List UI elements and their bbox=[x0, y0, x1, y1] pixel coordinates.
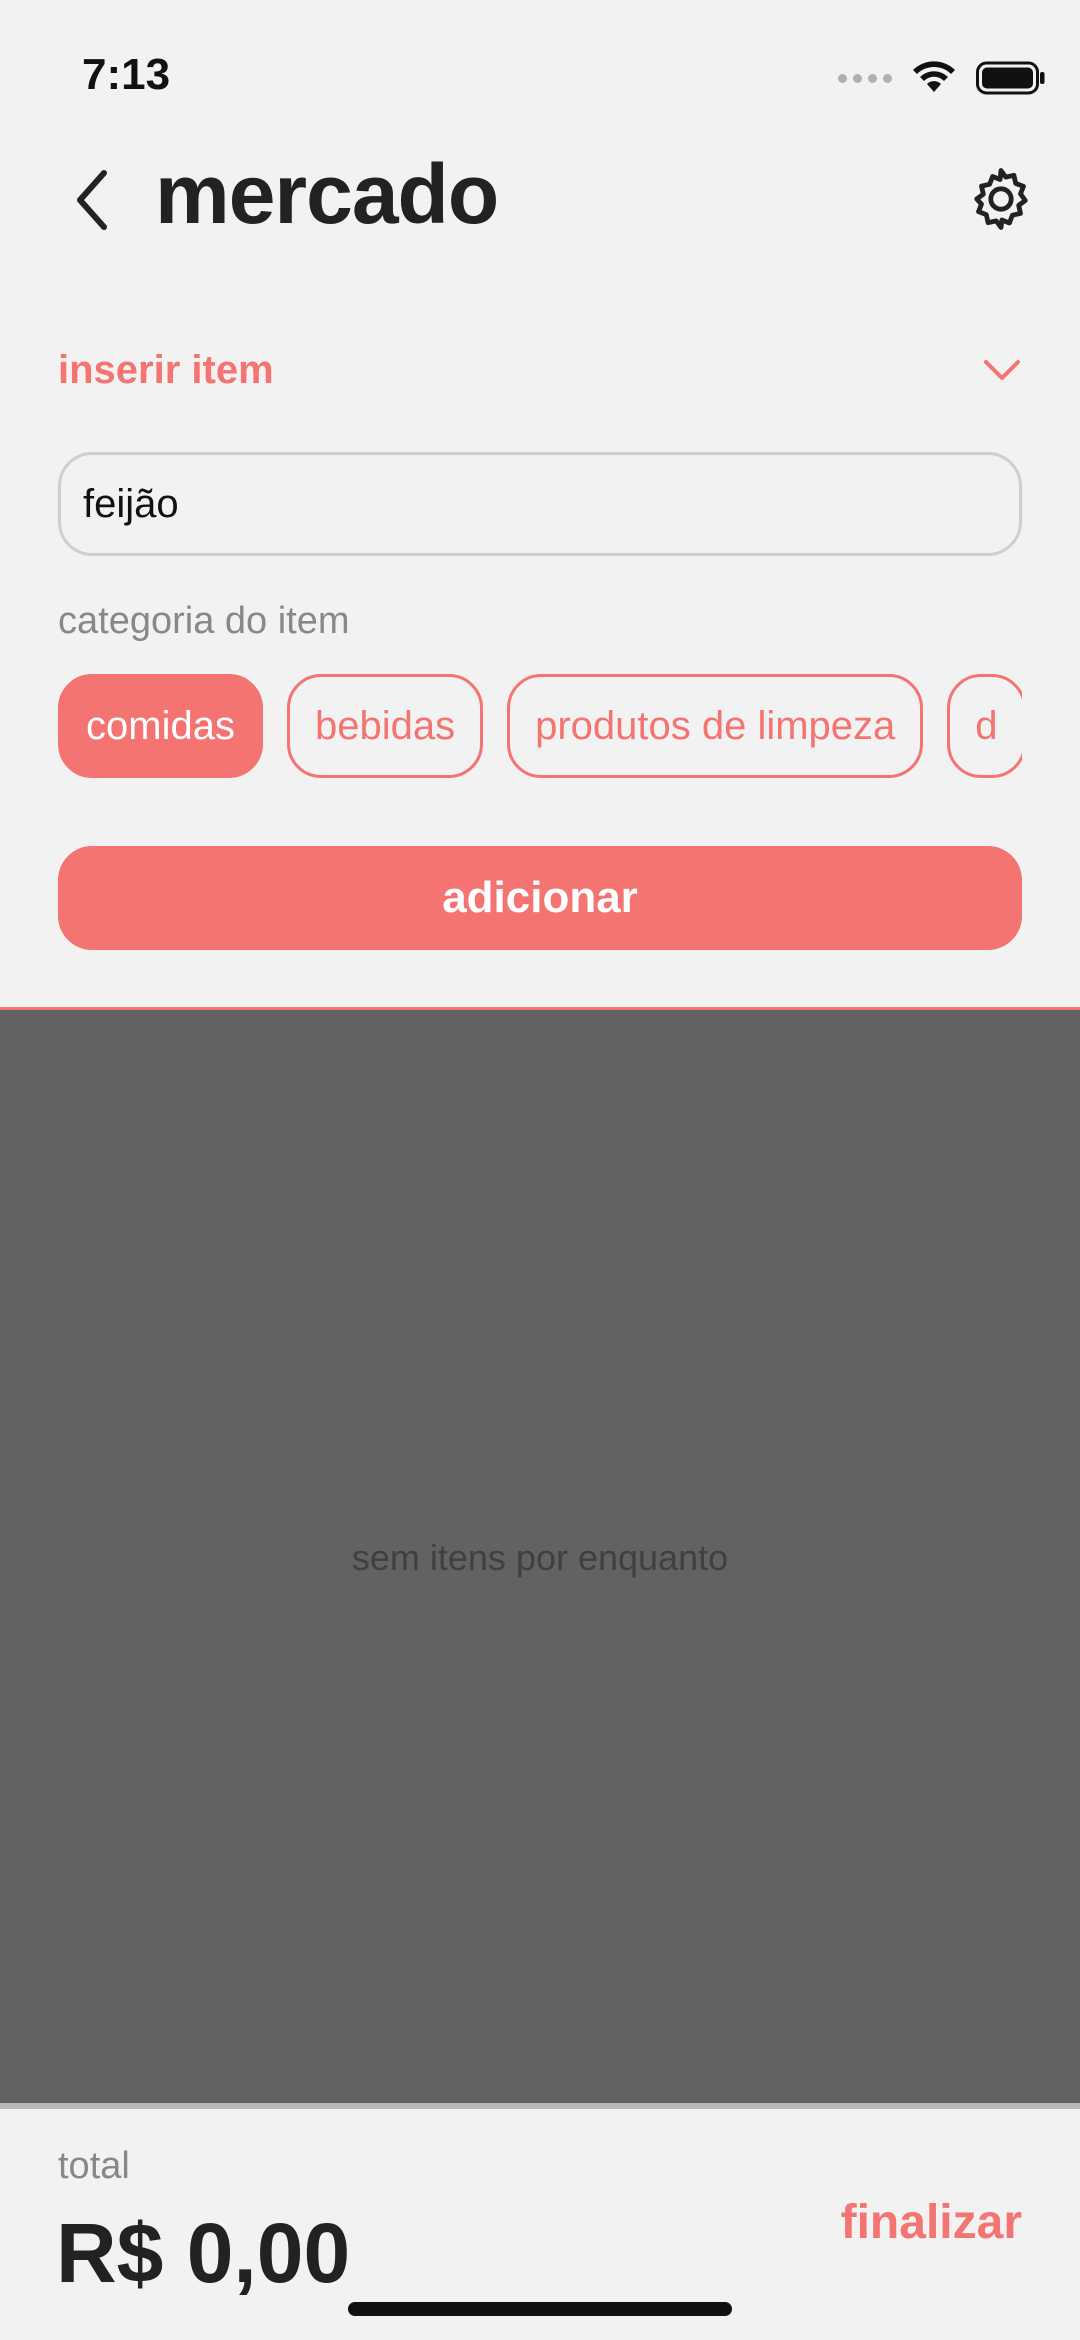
empty-list-message: sem itens por enquanto bbox=[351, 1536, 729, 1578]
total-value: R$ 0,00 bbox=[56, 2206, 351, 2300]
back-button[interactable] bbox=[62, 155, 122, 245]
insert-item-toggle[interactable]: inserir item bbox=[58, 330, 1022, 410]
page-title: mercado bbox=[155, 147, 499, 241]
category-chip-produtos-de-limpeza[interactable]: produtos de limpeza bbox=[507, 674, 924, 778]
settings-button[interactable] bbox=[956, 154, 1046, 244]
chevron-down-icon bbox=[984, 360, 1020, 380]
status-bar: 7:13 bbox=[0, 0, 1080, 150]
item-name-input[interactable] bbox=[58, 452, 1022, 556]
category-chip-comidas[interactable]: comidas bbox=[58, 674, 263, 778]
add-button[interactable]: adicionar bbox=[58, 846, 1022, 950]
insert-item-title: inserir item bbox=[58, 347, 274, 392]
category-chip-partial[interactable]: d bbox=[947, 674, 1022, 778]
total-label: total bbox=[58, 2145, 130, 2187]
item-list-area: sem itens por enquanto bbox=[0, 1007, 1080, 2103]
status-icons bbox=[838, 58, 1046, 98]
finish-button[interactable]: finalizar bbox=[841, 2195, 1022, 2250]
category-chip-list[interactable]: comidas bebidas produtos de limpeza d bbox=[58, 674, 1022, 778]
chevron-left-icon bbox=[77, 170, 107, 230]
cellular-signal-icon bbox=[838, 73, 892, 83]
battery-icon bbox=[976, 61, 1045, 95]
category-chip-bebidas[interactable]: bebidas bbox=[286, 674, 484, 778]
status-time: 7:13 bbox=[82, 50, 171, 99]
home-indicator[interactable] bbox=[348, 2302, 732, 2316]
wifi-icon bbox=[913, 61, 955, 92]
gear-icon bbox=[974, 168, 1028, 230]
category-label: categoria do item bbox=[58, 600, 350, 642]
header: mercado bbox=[0, 140, 1080, 260]
